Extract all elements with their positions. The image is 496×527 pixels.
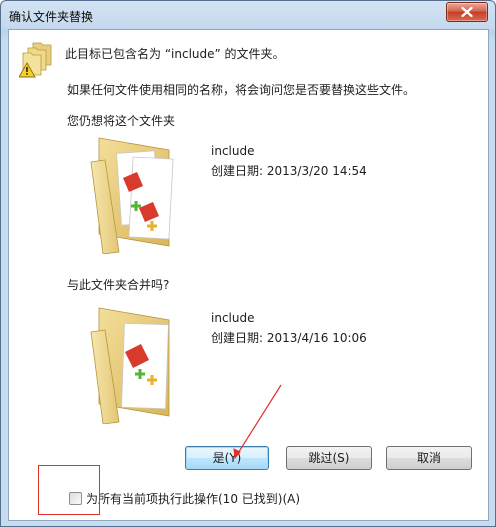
skip-button[interactable]: 跳过(S) [286,446,372,470]
folder-warning-icon [19,42,52,78]
window-title: 确认文件夹替换 [9,10,94,24]
source-folder-name: include [211,311,255,325]
existing-folder-name: include [211,144,255,158]
message-line-3: 您仍想将这个文件夹 [67,114,176,128]
apply-all-label[interactable]: 为所有当前项执行此操作(10 已找到)(A) [86,490,300,507]
close-icon [461,7,473,17]
folder-icon [90,307,170,424]
title-bar[interactable]: 确认文件夹替换 [1,1,495,29]
confirm-folder-replace-dialog: 确认文件夹替换 此目标已包含名为 “include” 的文件夹。 如果任何文件使… [0,0,496,527]
cancel-button[interactable]: 取消 [386,446,472,470]
existing-folder-created: 创建日期: 2013/3/20 14:54 [211,164,367,178]
annotation-highlight-box [38,465,100,515]
close-button[interactable] [446,2,488,22]
source-folder-created: 创建日期: 2013/4/16 10:06 [211,331,367,345]
yes-button[interactable]: 是(Y) [185,446,269,470]
message-line-1: 此目标已包含名为 “include” 的文件夹。 [65,47,285,61]
message-line-2: 如果任何文件使用相同的名称，将会询问您是否要替换这些文件。 [67,83,416,97]
folder-icon [90,137,174,254]
merge-question: 与此文件夹合并吗? [67,278,170,292]
dialog-content: 此目标已包含名为 “include” 的文件夹。 如果任何文件使用相同的名称，将… [8,29,489,521]
